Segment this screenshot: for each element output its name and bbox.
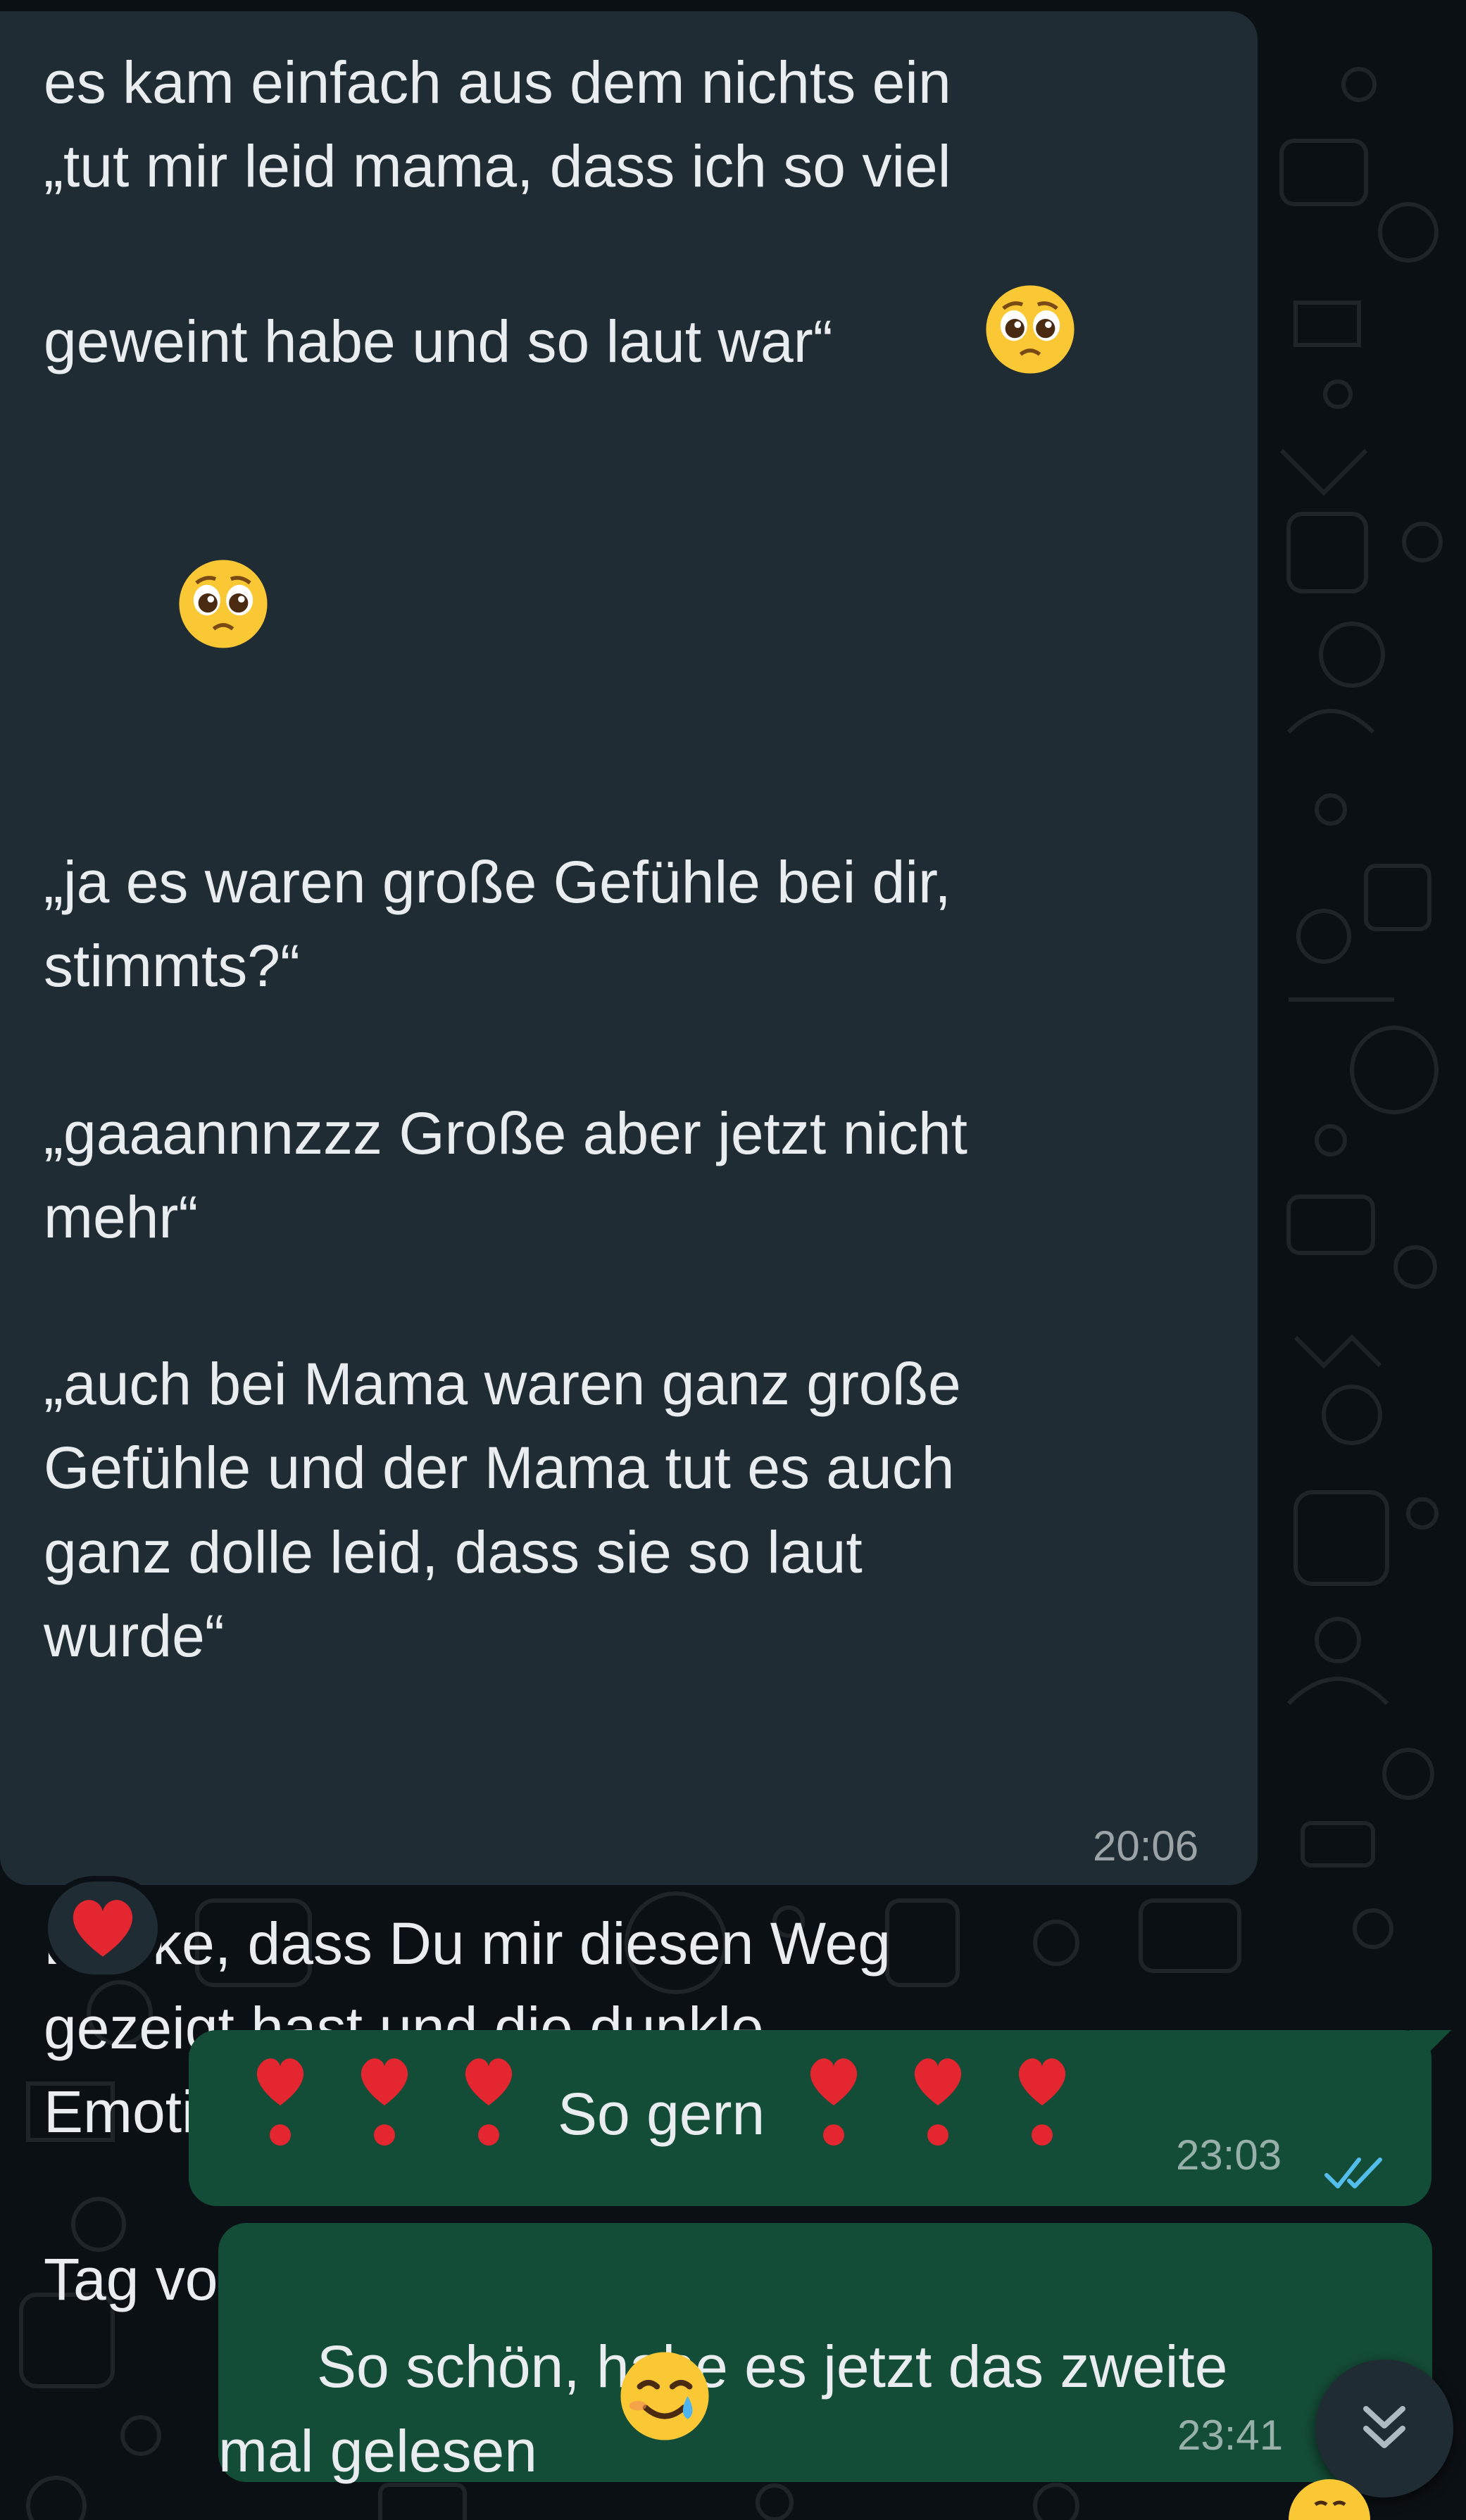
message-paragraph: „gaaannnzzz Große aber jetzt nicht mehr“: [44, 1100, 968, 1250]
chat-screen: es kam einfach aus dem nichts ein „tut m…: [0, 0, 1466, 2520]
message-timestamp: 23:03: [1176, 2131, 1282, 2179]
message-timestamp: 20:06: [1093, 1822, 1199, 1870]
incoming-message-bubble[interactable]: es kam einfach aus dem nichts ein „tut m…: [0, 11, 1258, 2312]
heavy-heart-exclamation-icon: [349, 2050, 420, 2178]
message-paragraph: es kam einfach aus dem nichts ein „tut m…: [44, 41, 1180, 757]
read-double-check-icon: [1324, 2133, 1387, 2217]
message-text-row: So gern: [245, 2058, 1077, 2164]
smiling-face-with-tear-icon: [617, 2348, 713, 2466]
heavy-heart-exclamation-icon: [798, 2050, 869, 2178]
pleading-face-icon: [44, 472, 271, 757]
outgoing-message-bubble[interactable]: So gern 23:03: [189, 2030, 1451, 2206]
heavy-heart-exclamation-icon: [1007, 2050, 1077, 2178]
message-timestamp: 23:41: [1177, 2412, 1284, 2459]
message-reaction[interactable]: [42, 1876, 163, 1980]
outgoing-message-bubble[interactable]: So schön, habe es jetzt das zweite mal g…: [218, 2223, 1432, 2484]
heavy-heart-exclamation-icon: [245, 2050, 315, 2178]
double-chevron-down-icon: [1351, 2393, 1418, 2464]
message-text: So gern: [558, 2081, 765, 2148]
message-text: So schön, habe es jetzt das zweite mal g…: [218, 2333, 1228, 2484]
message-paragraph: „ja es waren große Gefühle bei dir, stim…: [44, 849, 951, 1000]
heavy-heart-exclamation-icon: [453, 2050, 524, 2178]
heavy-heart-exclamation-icon: [903, 2050, 973, 2178]
bubble-tail: [1409, 2030, 1451, 2058]
message-paragraph: „auch bei Mama waren ganz große Gefühle …: [44, 1351, 961, 1669]
pleading-face-icon: [851, 198, 1079, 484]
red-heart-icon: [66, 1894, 139, 1963]
reaction-emoji-peek: [1287, 2476, 1372, 2520]
